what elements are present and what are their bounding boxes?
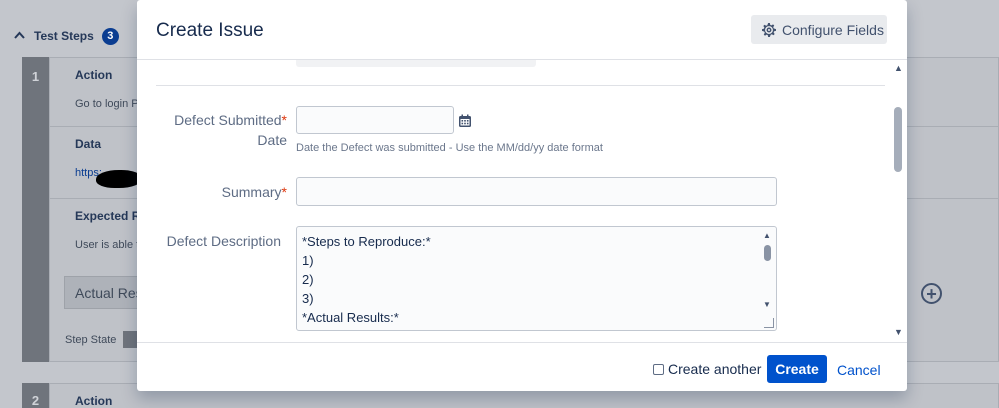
description-line: *Steps to Reproduce:* — [302, 234, 431, 249]
test-steps-count-badge: 3 — [101, 27, 119, 45]
scroll-thumb[interactable] — [894, 107, 902, 172]
scroll-down-arrow-icon[interactable]: ▼ — [894, 327, 903, 337]
plus-circle-icon[interactable]: + — [921, 283, 942, 304]
defect-date-description: Date the Defect was submitted - Use the … — [296, 142, 603, 154]
scroll-up-arrow-icon[interactable]: ▲ — [894, 63, 903, 73]
required-marker: * — [281, 112, 287, 128]
defect-date-label: Defect Submitted* Date — [174, 110, 287, 150]
defect-description-label: Defect Description — [166, 233, 281, 249]
action-title: Action — [75, 394, 113, 408]
dialog-footer: Create another Create Cancel — [137, 342, 907, 391]
scroll-thumb[interactable] — [764, 245, 771, 261]
summary-label-text: Summary — [221, 184, 282, 200]
dialog-body: Defect Submitted* Date Date the Defect w… — [137, 60, 907, 342]
textarea-scrollbar[interactable]: ▲ ▼ — [762, 231, 772, 311]
step-state-label: Step State — [65, 334, 117, 346]
required-marker: * — [281, 184, 287, 200]
redaction-scribble — [96, 170, 142, 188]
description-line: 2) — [302, 272, 314, 287]
summary-input[interactable] — [296, 177, 777, 206]
create-issue-dialog: Create Issue Configure Fields Defect Sub… — [137, 0, 907, 391]
chevron-up-icon[interactable] — [14, 30, 26, 42]
defect-description-textarea[interactable]: *Steps to Reproduce:* 1) 2) 3) *Actual R… — [296, 226, 777, 331]
create-another-label: Create another — [668, 361, 762, 377]
summary-label: Summary* — [222, 182, 287, 202]
step-number: 2 — [22, 383, 49, 408]
scroll-down-arrow-icon[interactable]: ▼ — [763, 300, 771, 309]
checkbox-box[interactable] — [653, 363, 664, 375]
defect-date-label-line1: Defect Submitted — [174, 112, 282, 128]
section-divider — [156, 85, 885, 86]
defect-date-label-line2: Date — [257, 132, 287, 148]
test-steps-header[interactable]: Test Steps 3 — [14, 27, 119, 45]
scroll-up-arrow-icon[interactable]: ▲ — [763, 231, 771, 240]
resize-grip-icon[interactable] — [764, 318, 774, 328]
dialog-scrollbar[interactable]: ▲ ▼ — [891, 60, 905, 342]
gear-icon — [762, 22, 776, 37]
test-steps-title: Test Steps — [34, 29, 94, 43]
step-number: 1 — [22, 57, 49, 362]
configure-fields-button[interactable]: Configure Fields — [751, 15, 887, 44]
cancel-link[interactable]: Cancel — [837, 362, 881, 378]
dialog-title: Create Issue — [156, 20, 264, 41]
dialog-header: Create Issue Configure Fields — [137, 0, 907, 60]
description-line: 3) — [302, 291, 314, 306]
create-button[interactable]: Create — [767, 355, 827, 383]
description-line: *Actual Results:* — [302, 310, 399, 325]
calendar-icon[interactable] — [458, 114, 472, 128]
create-another-checkbox[interactable]: Create another — [653, 361, 761, 377]
configure-fields-label: Configure Fields — [782, 21, 884, 38]
description-line: 1) — [302, 253, 314, 268]
previous-field-stub — [296, 60, 536, 67]
defect-date-input[interactable] — [296, 106, 454, 134]
